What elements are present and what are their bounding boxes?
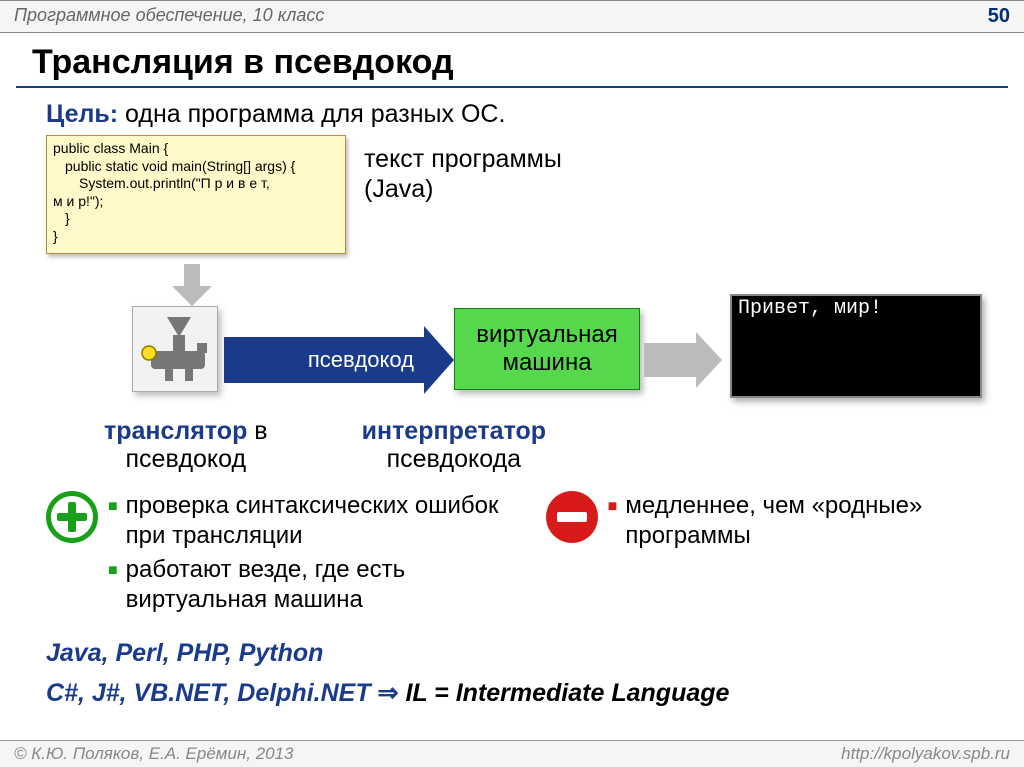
il-definition: IL = Intermediate Language <box>405 679 729 707</box>
code-line: public static void main(String[] args) { <box>53 158 339 176</box>
goal-label: Цель: <box>46 100 118 128</box>
header-subject: Программное обеспечение, 10 класс <box>14 5 324 28</box>
minus-icon <box>546 491 598 543</box>
slide-footer: © К.Ю. Поляков, Е.А. Ерёмин, 2013 http:/… <box>0 740 1024 767</box>
code-line: System.out.println("П р и в е т, <box>53 175 339 193</box>
terminal-window: Привет, мир! <box>730 294 982 398</box>
translator-sub: псевдокод <box>104 446 268 474</box>
cons-column: ■ медленнее, чем «родные» программы <box>546 491 966 619</box>
pro-text: проверка синтаксических ошибок при транс… <box>126 491 506 551</box>
goal-text: одна программа для разных ОС. <box>125 100 505 128</box>
virtual-machine-box: виртуальная машина <box>454 308 640 390</box>
vm-output-arrow <box>644 332 722 388</box>
caption-line1: текст программы <box>364 144 562 174</box>
arrow-right-icon <box>696 332 722 388</box>
flow-diagram: псевдокод виртуальная машина Привет, мир… <box>46 264 992 414</box>
terminal-output: Привет, мир! <box>738 297 882 320</box>
bullet-icon: ■ <box>108 555 118 615</box>
arrow-glyph: ⇒ <box>371 679 406 707</box>
slide-header: Программное обеспечение, 10 класс 50 <box>0 0 1024 33</box>
footer-copyright: © К.Ю. Поляков, Е.А. Ерёмин, 2013 <box>14 744 294 764</box>
con-text: медленнее, чем «родные» программы <box>625 491 965 551</box>
pro-text: работают везде, где есть виртуальная маш… <box>126 555 506 615</box>
slide-content: Цель: одна программа для разных ОС. publ… <box>0 100 1024 713</box>
interpreter-caption: интерпретатор псевдокода <box>362 418 546 473</box>
pros-column: ■ проверка синтаксических ошибок при тра… <box>46 491 506 619</box>
interpreter-sub: псевдокода <box>362 446 546 474</box>
code-line: } <box>53 228 339 246</box>
plus-icon <box>46 491 98 543</box>
list-item: ■ работают везде, где есть виртуальная м… <box>108 555 506 615</box>
bullet-icon: ■ <box>108 491 118 551</box>
code-line: м и р!"); <box>53 193 339 211</box>
languages-line2: C#, J#, VB.NET, Delphi.NET ⇒ IL = Interm… <box>46 673 992 713</box>
translator-rest: в <box>247 417 267 445</box>
pros-list: ■ проверка синтаксических ошибок при тра… <box>108 491 506 619</box>
source-code-caption: текст программы (Java) <box>364 144 562 204</box>
arrow-right-icon <box>424 326 454 394</box>
languages-line1: Java, Perl, PHP, Python <box>46 633 992 673</box>
page-number: 50 <box>988 5 1010 28</box>
list-item: ■ проверка синтаксических ошибок при тра… <box>108 491 506 551</box>
pros-cons: ■ проверка синтаксических ошибок при тра… <box>46 491 992 619</box>
arrow-down-icon <box>172 264 212 306</box>
title-rule <box>16 86 1008 88</box>
goal-line: Цель: одна программа для разных ОС. <box>46 100 992 129</box>
translator-bold: транслятор <box>104 417 247 445</box>
code-line: public class Main { <box>53 140 339 158</box>
cons-list: ■ медленнее, чем «родные» программы <box>608 491 966 619</box>
list-item: ■ медленнее, чем «родные» программы <box>608 491 966 551</box>
compiler-icon <box>132 306 218 392</box>
slide-title: Трансляция в псевдокод <box>0 33 1024 86</box>
interpreter-bold: интерпретатор <box>362 417 546 445</box>
languages-block: Java, Perl, PHP, Python C#, J#, VB.NET, … <box>46 633 992 713</box>
pseudocode-arrow-label: псевдокод <box>224 337 424 383</box>
flow-captions: транслятор в псевдокод интерпретатор псе… <box>46 418 992 473</box>
bullet-icon: ■ <box>608 491 618 551</box>
code-line: } <box>53 210 339 228</box>
pseudocode-arrow: псевдокод <box>224 326 454 394</box>
lang-prefix: C#, J#, VB.NET, Delphi.NET <box>46 679 371 707</box>
footer-url: http://kpolyakov.spb.ru <box>841 744 1010 764</box>
caption-line2: (Java) <box>364 174 562 204</box>
translator-caption: транслятор в псевдокод <box>104 418 268 473</box>
source-code-box: public class Main { public static void m… <box>46 135 346 254</box>
